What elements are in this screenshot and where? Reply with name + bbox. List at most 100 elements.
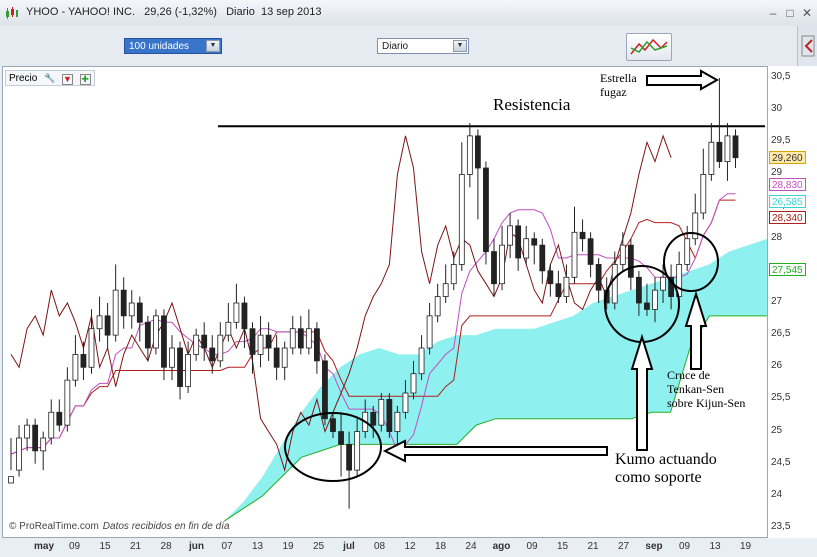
candle-body (32, 424, 39, 452)
candle-body (426, 315, 433, 349)
date-tick-label: 27 (617, 541, 630, 552)
price-axis[interactable]: 30,53029,52928,52827,52726,52625,52524,5… (768, 66, 817, 538)
candle-body (330, 418, 336, 432)
close-icon[interactable]: ✕ (800, 6, 814, 20)
candle-body (225, 321, 232, 336)
candle-body (24, 424, 31, 439)
candle-body (724, 135, 731, 162)
date-tick-label: 15 (556, 541, 569, 552)
panel-label: Precio (9, 73, 38, 84)
candle-body (305, 328, 312, 349)
add-indicator-icon[interactable]: ✚ (79, 73, 91, 85)
price-chart[interactable]: Precio 🔧 ▼ ✚ Resistencia Estrella fugaz … (2, 66, 768, 538)
price-tick-label: 29,5 (771, 135, 791, 147)
date-tick-label: 09 (678, 541, 691, 552)
price-tick-label: 24,5 (771, 456, 791, 468)
cross-label: Cruce de Tenkan-Sen sobre Kijun-Sen (667, 368, 767, 410)
candle-body (386, 399, 393, 432)
indicator-chart-button[interactable] (626, 33, 672, 61)
candle-body (185, 354, 192, 387)
candle-body (201, 334, 208, 349)
candle-body (579, 231, 586, 240)
date-tick-label: 21 (587, 541, 599, 552)
candle-body (700, 174, 707, 214)
candle-body (410, 373, 417, 394)
price-tag-kijun: 28,340 (769, 211, 806, 224)
side-arrow-icon (801, 35, 815, 57)
window-titlebar: YHOO - YAHOO! INC. 29,26 (-1,32%) Diario… (0, 0, 817, 27)
candle-body (233, 302, 240, 323)
candle-body (265, 334, 272, 349)
date-tick-label: 13 (709, 541, 721, 552)
candle-body (72, 354, 79, 381)
price-tick-label: 30 (771, 103, 783, 115)
date-tick-label: 24 (465, 541, 477, 552)
candle-body (64, 379, 71, 426)
candle-body (547, 270, 554, 285)
candle-body (128, 302, 135, 317)
candle-body (40, 437, 47, 452)
candle-body (684, 238, 691, 265)
candle-body (708, 141, 715, 175)
price-tick-label: 24 (771, 488, 783, 500)
price-tick-label: 23,5 (771, 521, 791, 532)
date-tick-label: 09 (526, 541, 538, 552)
panel-header: Precio 🔧 ▼ ✚ (5, 70, 95, 86)
price-tick-label: 28 (771, 231, 783, 243)
candle-body (507, 225, 514, 246)
candle-body (523, 238, 530, 259)
minimize-icon[interactable]: – (766, 6, 780, 20)
candle-body (346, 444, 353, 471)
kumo-support-line1: Kumo actuando (615, 451, 717, 468)
candle-body (491, 251, 497, 285)
date-tick-label: jul (343, 541, 355, 552)
date-tick-label: may (33, 541, 55, 552)
candle-body (474, 135, 481, 169)
candle-body (354, 431, 361, 471)
candle-body (56, 411, 63, 426)
candle-body (716, 141, 723, 162)
candle-body (732, 135, 739, 159)
candle-body (289, 328, 296, 349)
candle-body (394, 411, 401, 432)
units-select[interactable]: 100 unidades ▼ (124, 38, 222, 54)
candle-body (434, 296, 441, 317)
source-credit: © ProRealTime.com (9, 521, 99, 532)
date-tick-label: 13 (251, 541, 264, 552)
candle-body (169, 347, 175, 368)
resistance-label: Resistencia (493, 95, 571, 114)
candle-body (136, 302, 143, 323)
date-tick-label: 08 (373, 541, 386, 552)
candle-body (660, 276, 666, 291)
price-tag-tenkan: 28,830 (769, 178, 806, 191)
chevron-down-icon: ▼ (206, 40, 220, 52)
candle-body (96, 315, 103, 330)
candle-body (80, 354, 87, 368)
price-tag-senkou: 26,585 (769, 195, 806, 208)
candle-body (442, 283, 449, 297)
date-axis[interactable]: may 09 15 21 28 jun 07 13 19 25 jul 08 12 18 24 ago 09 15… (2, 538, 768, 557)
maximize-icon[interactable]: □ (783, 6, 797, 20)
candle-body (571, 231, 578, 278)
candle-body (322, 360, 328, 420)
wrench-icon[interactable]: 🔧 (44, 73, 55, 85)
candle-body (241, 302, 248, 330)
date-tick-label: 15 (99, 541, 111, 552)
candle-body (104, 315, 111, 336)
cross-line2: Tenkan-Sen (667, 381, 725, 396)
candle-body (611, 264, 618, 304)
candle-body (644, 302, 650, 310)
remove-indicator-icon[interactable]: ▼ (61, 73, 73, 85)
candle-body (193, 334, 200, 355)
period-select[interactable]: Diario ▼ (377, 38, 469, 54)
candle-body (161, 315, 167, 368)
date-tick-label: sep (645, 541, 663, 552)
candle-body (273, 347, 280, 368)
kumo-support-label: Kumo actuando como soporte (615, 451, 745, 488)
price-tick-label: 29 (771, 167, 783, 179)
candle-body (338, 431, 344, 445)
chevron-down-icon: ▼ (453, 40, 467, 52)
side-panel-tab[interactable] (797, 26, 817, 66)
candle-body (217, 334, 224, 362)
candle-body (627, 244, 634, 278)
